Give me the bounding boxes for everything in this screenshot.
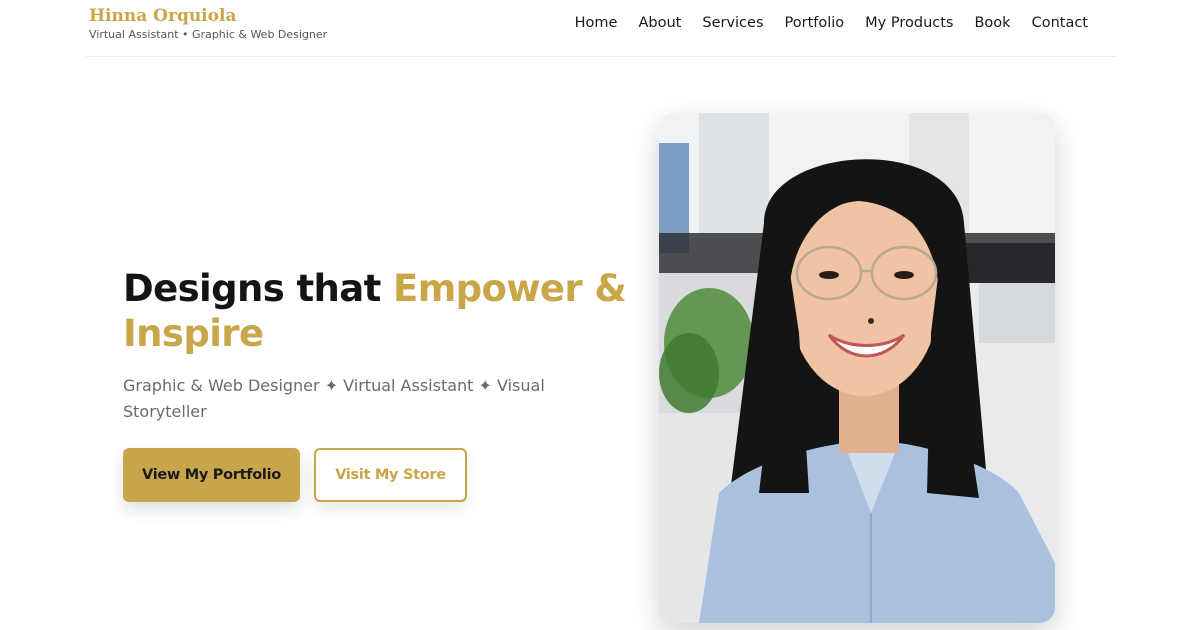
nav-home[interactable]: Home [575,13,618,33]
brand-tagline: Virtual Assistant • Graphic & Web Design… [89,28,328,41]
brand[interactable]: Hinna Orquiola Virtual Assistant • Graph… [89,5,327,43]
visit-store-button[interactable]: Visit My Store [314,448,467,502]
portrait-photo [659,113,1055,623]
view-portfolio-button[interactable]: View My Portfolio [123,448,300,502]
site-header: Hinna Orquiola Virtual Assistant • Graph… [86,0,1116,57]
nav-about[interactable]: About [638,13,681,33]
brand-name[interactable]: Hinna Orquiola [89,5,327,27]
main-nav: Home About Services Portfolio My Product… [575,13,1088,33]
hero-title-plain: Designs that [123,267,394,310]
nav-my-products[interactable]: My Products [865,13,953,33]
nav-portfolio[interactable]: Portfolio [785,13,845,33]
nav-contact[interactable]: Contact [1032,13,1088,33]
hero-title: Designs that Empower & Inspire [123,266,643,356]
portrait-illustration [659,113,1055,623]
nav-book[interactable]: Book [974,13,1010,33]
hero-subtitle: Graphic & Web Designer ✦ Virtual Assista… [123,376,545,421]
nav-services[interactable]: Services [702,13,763,33]
